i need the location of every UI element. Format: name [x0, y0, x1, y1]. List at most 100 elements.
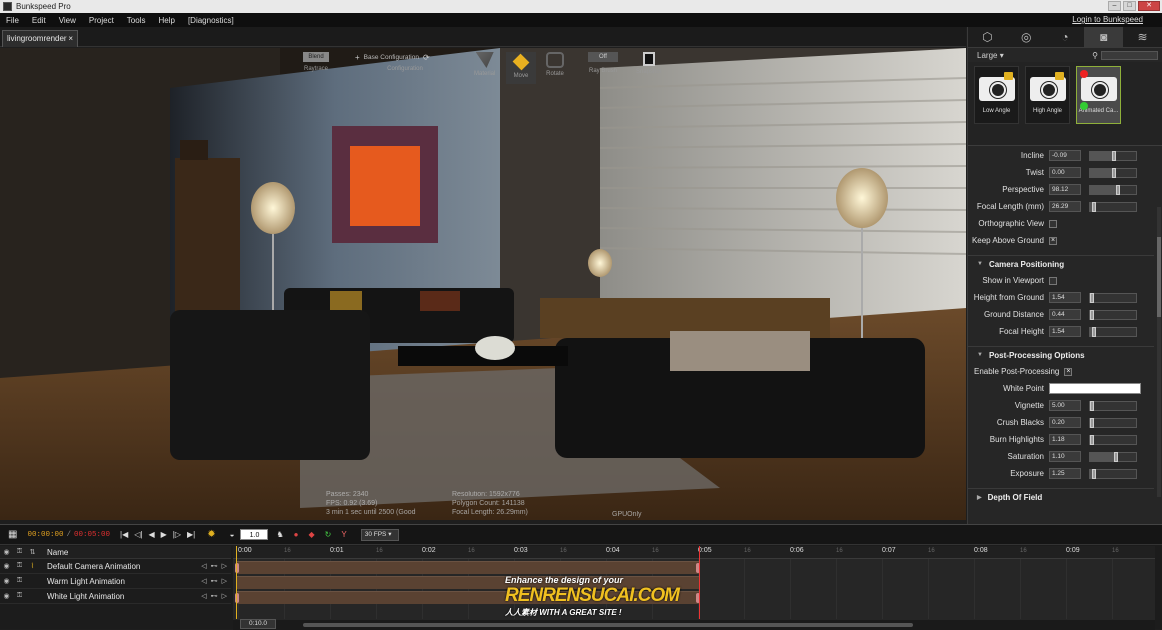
go-to-end-icon[interactable]: ▶| [187, 530, 195, 539]
track-bar-camera[interactable] [235, 561, 700, 574]
ground-distance-input[interactable]: 0.44 [1049, 309, 1081, 320]
tool-move[interactable]: Move [506, 52, 536, 84]
step-forward-icon[interactable]: |▷ [173, 530, 181, 539]
incline-slider[interactable] [1089, 150, 1137, 161]
height-from-ground-input[interactable]: 1.54 [1049, 292, 1081, 303]
lock-icon[interactable]: ⚿ [13, 562, 26, 570]
height-from-ground-slider[interactable] [1089, 292, 1137, 303]
burn-highlights-slider[interactable] [1089, 434, 1137, 445]
reorder-header-icon[interactable]: ⇅ [26, 548, 39, 556]
show-in-viewport-checkbox[interactable] [1049, 276, 1057, 285]
lock-icon[interactable]: ⚿ [13, 592, 26, 600]
saturation-slider[interactable] [1089, 451, 1137, 462]
visibility-eye-icon[interactable]: ◉ [0, 577, 13, 585]
focal-length-slider[interactable] [1089, 201, 1137, 212]
tool-snapshot[interactable]: Snapshot [636, 52, 661, 75]
layers-tab-icon[interactable]: ≋ [1123, 27, 1162, 47]
exposure-slider[interactable] [1089, 468, 1137, 479]
lock-header-icon[interactable]: ⚿ [13, 548, 26, 556]
camera-thumb-high-angle[interactable]: High Angle [1025, 66, 1070, 124]
play-reverse-icon[interactable]: ◀ [148, 530, 154, 539]
link-icon[interactable]: ⊷ [211, 592, 218, 600]
refresh-configuration-icon[interactable]: ⟳ [423, 53, 430, 62]
section-camera-positioning[interactable]: ▼ Camera Positioning [968, 255, 1154, 272]
incline-input[interactable]: -0.09 [1049, 150, 1081, 161]
timeline-grid-icon[interactable]: ▦ [8, 529, 17, 540]
fps-select[interactable]: 30 FPS ▾ [360, 528, 399, 541]
menu-project[interactable]: Project [89, 16, 114, 25]
burn-highlights-input[interactable]: 1.18 [1049, 434, 1081, 445]
menu-view[interactable]: View [59, 16, 76, 25]
track-row[interactable]: ◉ ⚿ Warm Light Animation ◁ ⊷ ▷ [0, 574, 231, 589]
visibility-eye-icon[interactable]: ◉ [0, 562, 13, 570]
keep-above-ground-checkbox[interactable]: × [1049, 236, 1057, 245]
end-marker[interactable] [699, 546, 700, 619]
crush-blacks-slider[interactable] [1089, 417, 1137, 428]
marker-icon[interactable]: Y [341, 530, 346, 539]
menu-diagnostics[interactable]: [Diagnostics] [188, 16, 234, 25]
timeline-area[interactable]: 0:00 16 0:01 16 0:02 16 0:03 16 0:04 16 0:05 16 0:06… [233, 546, 1155, 630]
vignette-input[interactable]: 5.00 [1049, 400, 1081, 411]
next-key-icon[interactable]: ▷ [222, 577, 227, 585]
enable-post-processing-checkbox[interactable]: × [1064, 367, 1073, 376]
delete-keyframe-icon[interactable]: ◆ [309, 530, 315, 539]
time-ruler[interactable]: 0:00 16 0:01 16 0:02 16 0:03 16 0:04 16 0:05 16 0:06… [233, 546, 1155, 559]
timeline-scroll-thumb[interactable] [303, 623, 913, 627]
vignette-slider[interactable] [1089, 400, 1137, 411]
link-icon[interactable]: ⊷ [211, 577, 218, 585]
menu-tools[interactable]: Tools [127, 16, 146, 25]
panel-scrollbar-thumb[interactable] [1157, 237, 1161, 317]
perspective-slider[interactable] [1089, 184, 1137, 195]
render-viewport[interactable]: Blend Raytrace + Base Configuration ⟳ Co… [0, 48, 966, 520]
tab-close-icon[interactable]: × [68, 34, 73, 44]
tool-ray-brush[interactable]: Off Ray Brush [586, 52, 620, 74]
loop-icon[interactable]: ↻ [325, 530, 332, 539]
playback-speed-input[interactable]: 1.0 [240, 529, 269, 540]
track-row[interactable]: ◉ ⚿ White Light Animation ◁ ⊷ ▷ [0, 589, 231, 604]
blend-toggle[interactable]: Blend Raytrace [303, 52, 329, 72]
total-time[interactable]: 00:05:00 [74, 531, 110, 539]
configuration-select[interactable]: + Base Configuration ⟳ Configuration [355, 52, 455, 73]
next-key-icon[interactable]: ▷ [222, 562, 227, 570]
track-row[interactable]: ◉ ⚿ ⌇ Default Camera Animation ◁ ⊷ ▷ [0, 559, 231, 574]
camera-thumb-animated[interactable]: Animated Ca... [1076, 66, 1121, 124]
environment-tab-icon[interactable]: ◎ [1007, 27, 1046, 47]
close-window-button[interactable]: ✕ [1138, 1, 1160, 11]
prev-key-icon[interactable]: ◁ [201, 577, 206, 585]
prev-key-icon[interactable]: ◁ [201, 592, 206, 600]
maximize-button[interactable]: □ [1123, 1, 1136, 11]
ground-distance-slider[interactable] [1089, 309, 1137, 320]
play-icon[interactable]: ▶ [161, 530, 167, 539]
search-input[interactable] [1101, 50, 1158, 60]
speed-rabbit-icon[interactable]: ♞ [276, 530, 283, 539]
orthographic-checkbox[interactable] [1049, 219, 1057, 228]
lock-icon[interactable]: ⚿ [13, 577, 26, 585]
perspective-input[interactable]: 98.12 [1049, 184, 1081, 195]
menu-file[interactable]: File [6, 16, 19, 25]
tool-material[interactable]: Material [474, 52, 495, 77]
login-link[interactable]: Login to Bunkspeed [1072, 15, 1143, 24]
camera-tab-icon[interactable]: ◙ [1084, 27, 1124, 47]
focal-length-input[interactable]: 26.29 [1049, 201, 1081, 212]
step-back-icon[interactable]: ◁| [134, 530, 142, 539]
panel-scrollbar[interactable] [1157, 207, 1161, 497]
twist-slider[interactable] [1089, 167, 1137, 178]
link-icon[interactable]: ⊷ [211, 562, 218, 570]
add-keyframe-icon[interactable]: ● [294, 530, 299, 539]
minimize-button[interactable]: – [1108, 1, 1121, 11]
white-point-swatch[interactable] [1049, 383, 1141, 394]
playhead[interactable] [236, 546, 237, 619]
twist-input[interactable]: 0.00 [1049, 167, 1081, 178]
section-depth-of-field[interactable]: ▶ Depth Of Field [968, 488, 1154, 505]
next-key-icon[interactable]: ▷ [222, 592, 227, 600]
section-post-processing[interactable]: ▼ Post-Processing Options [968, 346, 1154, 363]
thumb-size-select[interactable]: Large ▾ [977, 51, 1004, 60]
tab-livingroomrender[interactable]: livingroomrender × [2, 30, 78, 47]
focal-height-slider[interactable] [1089, 326, 1137, 337]
add-configuration-icon[interactable]: + [355, 53, 360, 62]
settings-gear-icon[interactable]: ✹ [207, 529, 215, 540]
visibility-eye-icon[interactable]: ◉ [0, 592, 13, 600]
menu-help[interactable]: Help [158, 16, 174, 25]
menu-edit[interactable]: Edit [32, 16, 46, 25]
camera-thumb-low-angle[interactable]: Low Angle [974, 66, 1019, 124]
